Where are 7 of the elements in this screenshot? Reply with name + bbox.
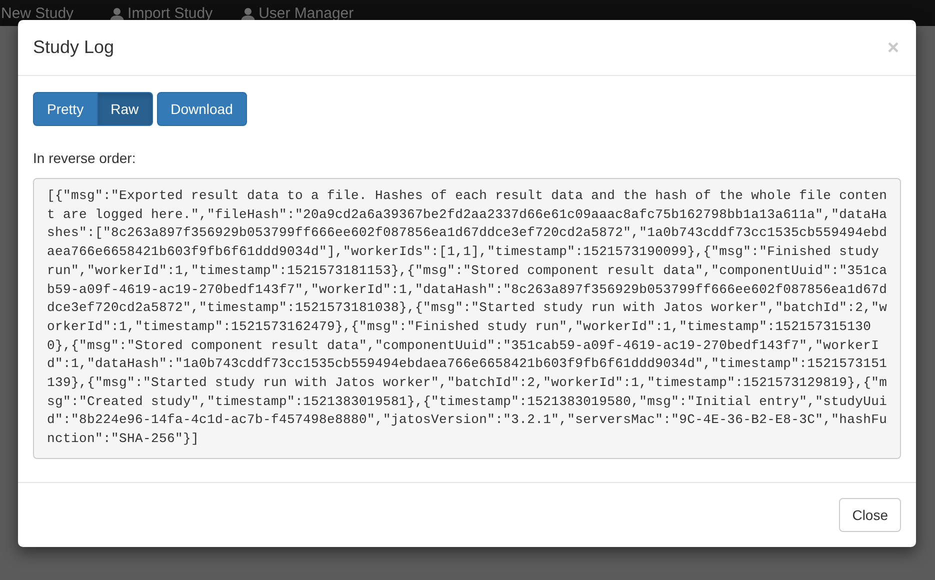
- dialog-title: Study Log: [33, 36, 114, 59]
- view-tab[interactable]: Raw: [96, 92, 153, 126]
- caption: In reverse order:: [33, 149, 137, 168]
- view-tab[interactable]: Pretty: [33, 92, 98, 126]
- download-button[interactable]: Download: [156, 92, 247, 126]
- log-text: [{"msg":"Exported result data to a file. Hashes of each result data and the hash of the whole file content are logged here.","fileHash":"20a9cd2a6a39367be2fd2aa2337d66e61c09aaac8afc75b162798bb1a13a611a","dataHashes":["8c263a897f356929b053799ff666ee602f087856ea1d67ddce3ef720cd2a5872","1a0b743cddf73cc1535cb559494ebdaea766e6658421b603f9fb6f61ddd9034d"],"workerIds":[1,1],"timestamp":1521573190099},{"msg":"Finished study run","workerId":1,"timestamp":1521573181153},{"msg":"Stored component result data","componentUuid":"351cab59-a09f-4619-ac19-270bedf143f7","workerId":1,"dataHash":"8c263a897f356929b053799ff666ee602f087856ea1d67ddce3ef720cd2a5872","timestamp":1521573181038},{"msg":"Started study run with Jatos worker","batchId":2,"workerId":1,"timestamp":1521573162479},{"msg":"Finished study run","workerId":1,"timestamp":1521573151300},{"msg":"Stored component result data","componentUuid":"351cab59-a09f-4619-ac19-270bedf143f7","workerId":1,"dataHash":"1a0b743cddf73cc1535cb559494ebdaea766e6658421b603f9fb6f61ddd9034d","timestamp":1521573151139},{"msg":"Started study run with Jatos worker","batchId":2,"workerId":1,"timestamp":1521573129819},{"msg":"Created study","timestamp":1521383019581},{"timestamp":1521383019580,"msg":"Initial entry","studyUuid":"8b224e96-14fa-4c1d-ac7b-f457498e8880","jatosVersion":"3.2.1","serversMac":"9C-4E-36-B2-E8-3C","hashFunction":"SHA-256"}]: [33, 178, 901, 459]
- close-button[interactable]: Close: [839, 498, 901, 532]
